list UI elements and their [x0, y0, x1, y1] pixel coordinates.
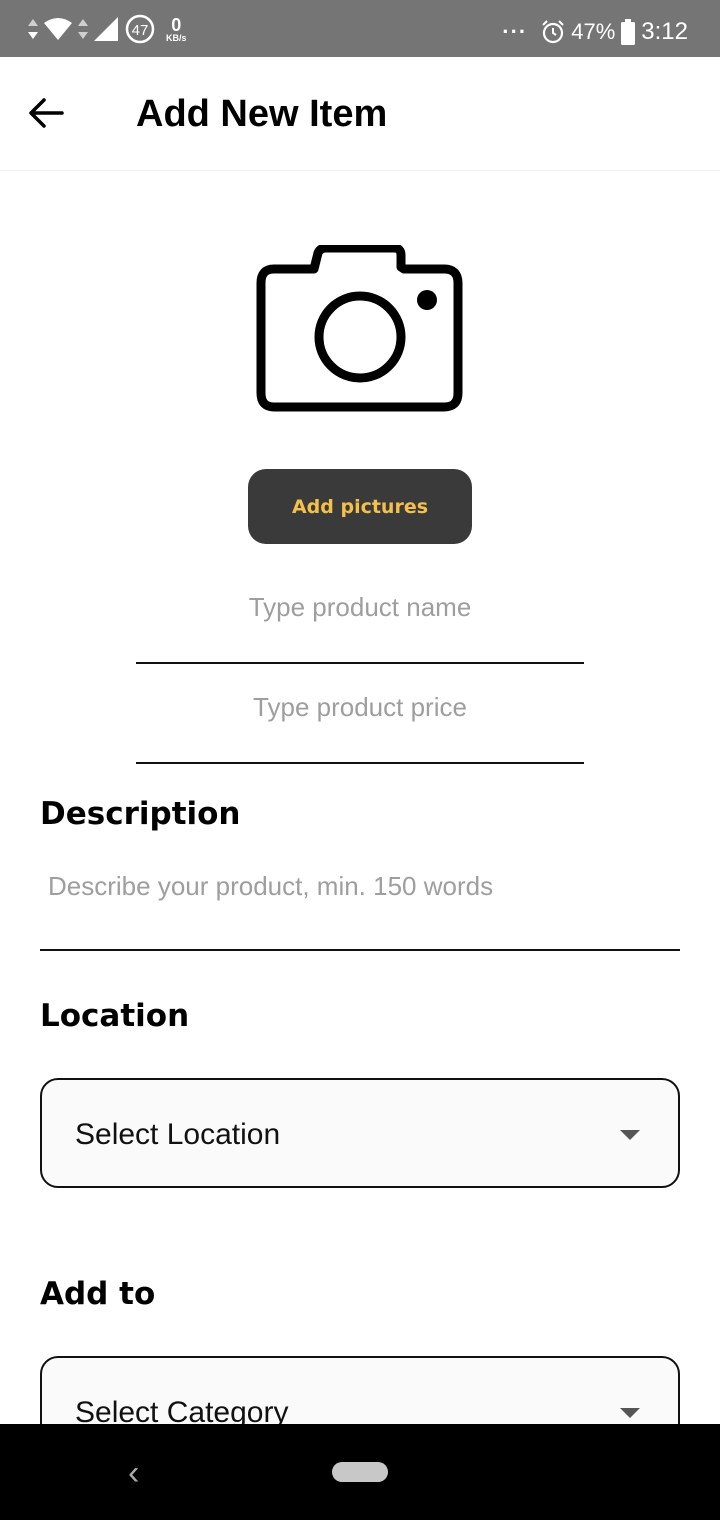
nav-back-button[interactable]: ‹: [128, 1454, 139, 1493]
battery-percent: 47%: [571, 19, 616, 44]
nav-home-pill[interactable]: [332, 1462, 388, 1482]
location-label: Location: [40, 998, 190, 1034]
status-bar: 47 0 KB/s ··· 47% 3:12: [0, 0, 720, 57]
description-input[interactable]: [40, 860, 680, 951]
signal-badge-text: 47: [132, 22, 149, 39]
location-dropdown-value: Select Location: [75, 1118, 281, 1151]
signal-icon: [94, 17, 118, 41]
app-bar: Add New Item: [0, 57, 720, 171]
description-label: Description: [40, 796, 241, 832]
data-arrows-icon: [28, 19, 38, 39]
battery-icon: [621, 19, 636, 45]
net-speed-value: 0: [171, 14, 182, 35]
dropdown-caret-icon: [620, 1130, 640, 1140]
status-right: ··· 47% 3:12: [502, 14, 688, 50]
data-arrows-icon: [78, 19, 88, 39]
product-name-input[interactable]: [136, 582, 584, 664]
more-notifications-icon: ···: [502, 19, 528, 44]
back-button[interactable]: [28, 95, 76, 133]
back-arrow-icon: [29, 98, 64, 128]
camera-icon: [256, 243, 463, 412]
dropdown-caret-icon: [620, 1408, 640, 1418]
wifi-icon: [44, 18, 72, 40]
page-title: Add New Item: [136, 93, 388, 135]
lte-badge-icon: 47: [125, 14, 155, 44]
add-to-label: Add to: [40, 1276, 156, 1312]
clock: 3:12: [641, 18, 688, 45]
add-pictures-button[interactable]: Add pictures: [248, 469, 472, 544]
product-price-input[interactable]: [136, 682, 584, 764]
location-dropdown[interactable]: Select Location: [40, 1078, 680, 1188]
alarm-icon: [542, 20, 564, 44]
camera-placeholder[interactable]: [256, 243, 464, 413]
net-speed-unit: KB/s: [166, 32, 187, 43]
net-speed: 0 KB/s: [166, 16, 187, 43]
status-left: 47 0 KB/s: [28, 14, 187, 44]
